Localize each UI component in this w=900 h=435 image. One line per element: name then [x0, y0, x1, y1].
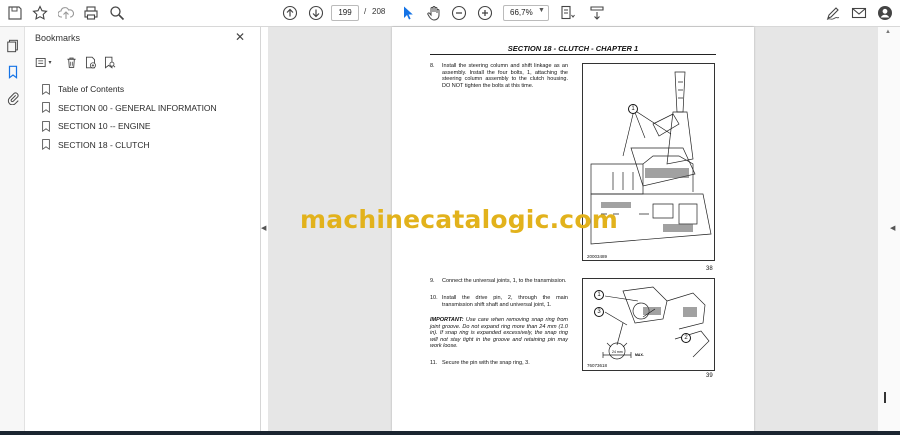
bookmark-item[interactable]: Table of Contents	[41, 80, 256, 99]
panel-title: Bookmarks	[35, 33, 81, 43]
bookmark-icon	[41, 139, 51, 151]
figure-number: 38	[706, 266, 713, 272]
bookmark-panel-icon[interactable]	[4, 63, 21, 80]
zoom-in-icon[interactable]	[476, 4, 494, 22]
scroll-mode-icon[interactable]	[588, 4, 606, 22]
page-down-icon[interactable]	[307, 4, 325, 22]
fit-page-icon[interactable]	[558, 4, 576, 22]
sign-icon[interactable]	[824, 4, 842, 22]
pdf-reader-window: 199 / 208 66,7% ▼ Bookmarks ✕ ▾ Table of…	[0, 0, 900, 435]
hand-icon[interactable]	[425, 4, 443, 22]
scroll-up-icon[interactable]: ▲	[883, 29, 893, 35]
bookmark-list: Table of Contents SECTION 00 - GENERAL I…	[41, 80, 256, 154]
bookmark-label: SECTION 18 - CLUTCH	[58, 139, 150, 150]
step-8: 8. Install the steering column and shift…	[430, 63, 568, 89]
page-number-input[interactable]: 199	[331, 5, 359, 21]
top-toolbar: 199 / 208 66,7% ▼	[0, 0, 900, 27]
taskbar-strip	[0, 431, 900, 435]
delete-icon[interactable]	[63, 54, 79, 70]
page-header: SECTION 18 - CLUTCH - CHAPTER 1	[430, 44, 716, 55]
step-11: 11. Secure the pin with the snap ring, 3…	[430, 360, 568, 367]
step-number: 9.	[430, 278, 435, 284]
collapse-panel-icon[interactable]: ◀	[261, 224, 266, 232]
bookmark-label: Table of Contents	[58, 84, 125, 95]
page-separator: /	[364, 7, 367, 16]
email-icon[interactable]	[850, 4, 868, 22]
callout-1: 1	[628, 104, 638, 114]
bookmark-label: SECTION 00 - GENERAL INFORMATION	[58, 102, 217, 113]
step-number: 10.	[430, 295, 438, 301]
find-bookmark-icon[interactable]	[101, 54, 117, 70]
page-up-icon[interactable]	[281, 4, 299, 22]
callout-2: 2	[681, 333, 691, 343]
max-label: MAX.	[635, 353, 644, 357]
chevron-down-icon[interactable]: ▾	[46, 54, 54, 70]
figure-number: 39	[706, 373, 713, 379]
step-9: 9. Connect the universal joints, 1, to t…	[430, 278, 568, 285]
bookmark-icon	[41, 102, 51, 114]
important-label: IMPORTANT:	[430, 317, 464, 323]
bookmark-label: SECTION 10 -- ENGINE	[58, 121, 151, 132]
page-total: 208	[372, 7, 386, 16]
bookmark-item[interactable]: SECTION 18 - CLUTCH	[41, 136, 256, 155]
callout-3: 3	[594, 307, 604, 317]
star-icon[interactable]	[31, 4, 49, 22]
account-icon[interactable]	[876, 4, 894, 22]
zoom-search-icon[interactable]	[108, 4, 126, 22]
figure-code: 76073618	[587, 363, 608, 368]
step-text: Connect the universal joints, 1, to the …	[442, 278, 567, 284]
scrollbar-thumb[interactable]	[884, 392, 886, 403]
bookmark-icon	[41, 120, 51, 132]
close-icon[interactable]: ✕	[233, 30, 247, 44]
print-icon[interactable]	[82, 4, 100, 22]
attachment-icon[interactable]	[4, 89, 21, 106]
left-navigation-rail	[0, 27, 25, 435]
vertical-scrollbar[interactable]: ▲	[878, 27, 900, 431]
new-bookmark-icon[interactable]	[82, 54, 98, 70]
bookmark-item[interactable]: SECTION 10 -- ENGINE	[41, 117, 256, 136]
collapse-right-icon[interactable]: ◀	[890, 224, 895, 232]
callout-1: 1	[594, 290, 604, 300]
page-thumbnails-icon[interactable]	[4, 37, 21, 54]
step-text: Install the drive pin, 2, through the ma…	[442, 295, 568, 308]
step-text: Install the steering column and shift li…	[442, 63, 568, 89]
zoom-out-icon[interactable]	[450, 4, 468, 22]
figure-code: 20003489	[587, 254, 608, 259]
figure-39: 24 mm MAX. 1 3 2 76073618	[582, 278, 715, 371]
step-10: 10. Install the drive pin, 2, through th…	[430, 295, 568, 308]
bookmark-item[interactable]: SECTION 00 - GENERAL INFORMATION	[41, 99, 256, 118]
bookmarks-panel: Bookmarks ✕ ▾ Table of Contents SECTION …	[25, 27, 261, 435]
dimension-label: 24 mm	[612, 350, 623, 354]
step-number: 11.	[430, 360, 438, 366]
chevron-down-icon[interactable]: ▼	[538, 7, 545, 14]
watermark: machinecatalogic.com	[300, 205, 618, 234]
save-icon[interactable]	[6, 4, 24, 22]
step-text: Secure the pin with the snap ring, 3.	[442, 360, 530, 366]
important-note: IMPORTANT: Use care when removing snap r…	[430, 317, 568, 350]
bookmark-icon	[41, 83, 51, 95]
step-number: 8.	[430, 63, 435, 69]
cursor-icon[interactable]	[399, 4, 417, 22]
upload-icon[interactable]	[57, 4, 75, 22]
